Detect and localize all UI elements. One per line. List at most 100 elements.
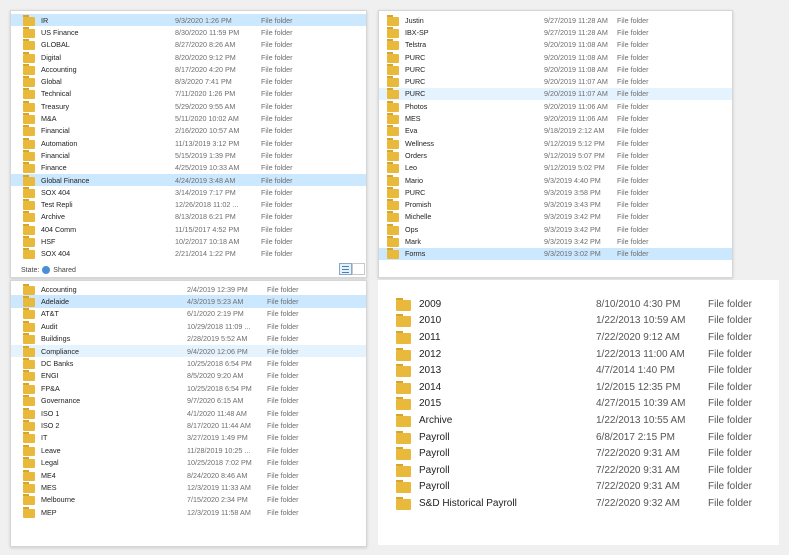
file-name: Eva (405, 126, 418, 136)
file-row[interactable]: Payroll 7/22/2020 9:31 AM File folder (378, 479, 779, 496)
file-row[interactable]: Mark 9/3/2019 3:42 PM File folder (379, 235, 732, 248)
file-name: PURC (405, 187, 426, 197)
file-row[interactable]: US Finance 8/30/2020 11:59 PM File folder (11, 26, 366, 38)
file-type: File folder (617, 52, 649, 62)
file-type: File folder (261, 212, 293, 222)
file-row[interactable]: Leo 9/12/2019 5:02 PM File folder (379, 162, 732, 174)
file-row[interactable]: Treasury 5/29/2020 9:55 AM File folder (11, 100, 366, 112)
file-row[interactable]: 2013 4/7/2014 1:40 PM File folder (378, 362, 779, 379)
file-row[interactable]: Orders 9/12/2019 5:07 PM File folder (379, 149, 732, 161)
file-row[interactable]: AT&T 6/1/2020 2:19 PM File folder (11, 308, 366, 320)
file-row[interactable]: 2014 1/2/2015 12:35 PM File folder (378, 379, 779, 396)
file-row[interactable]: ME4 8/24/2020 8:46 AM File folder (11, 469, 366, 481)
file-row[interactable]: PURC 9/20/2019 11:08 AM File folder (379, 51, 732, 63)
file-row[interactable]: Accounting 8/17/2020 4:20 PM File folder (11, 63, 366, 75)
file-row[interactable]: 404 Comm 11/15/2017 4:52 PM File folder (11, 223, 366, 235)
file-row[interactable]: HSF 10/2/2017 10:18 AM File folder (11, 235, 366, 248)
file-row[interactable]: Global 8/3/2020 7:41 PM File folder (11, 76, 366, 88)
date-modified: 9/7/2020 6:15 AM (187, 396, 244, 406)
file-row[interactable]: Eva 9/18/2019 2:12 AM File folder (379, 125, 732, 137)
folder-icon (387, 149, 399, 161)
file-row[interactable]: Leave 11/28/2019 10:25 ... File folder (11, 444, 366, 456)
details-view-button[interactable] (339, 263, 352, 275)
folder-icon (387, 51, 399, 63)
file-row[interactable]: ISO 2 8/17/2020 11:44 AM File folder (11, 419, 366, 432)
file-type: File folder (267, 297, 299, 307)
file-row[interactable]: Archive 1/22/2013 10:55 AM File folder (378, 412, 779, 429)
file-row[interactable]: Promish 9/3/2019 3:43 PM File folder (379, 199, 732, 211)
file-row[interactable]: Technical 7/11/2020 1:26 PM File folder (11, 88, 366, 100)
file-row[interactable]: M&A 5/11/2020 10:02 AM File folder (11, 112, 366, 125)
file-row[interactable]: Financial 2/16/2020 10:57 AM File folder (11, 125, 366, 137)
file-row[interactable]: Financial 5/15/2019 1:39 PM File folder (11, 149, 366, 161)
file-row[interactable]: Payroll 6/8/2017 2:15 PM File folder (378, 429, 779, 446)
file-row[interactable]: 2009 8/10/2010 4:30 PM File folder (378, 296, 779, 313)
file-row[interactable]: Payroll 7/22/2020 9:31 AM File folder (378, 462, 779, 479)
file-row[interactable]: S&D Historical Payroll 7/22/2020 9:32 AM F… (378, 495, 779, 512)
file-row[interactable]: SOX 404 3/14/2019 7:17 PM File folder (11, 186, 366, 198)
file-row[interactable]: Forms 9/3/2019 3:02 PM File folder (379, 247, 732, 260)
file-row[interactable]: Photos 9/20/2019 11:06 AM File folder (379, 100, 732, 112)
file-row[interactable]: Wellness 9/12/2019 5:12 PM File folder (379, 137, 732, 149)
date-modified: 11/15/2017 4:52 PM (175, 224, 240, 234)
file-row[interactable]: Automation 11/13/2019 3:12 PM File folder (11, 137, 366, 149)
file-row[interactable]: Archive 8/13/2018 6:21 PM File folder (11, 211, 366, 223)
file-row[interactable]: Test Repli 12/26/2018 11:02 ... File folde… (11, 199, 366, 211)
file-row[interactable]: PURC 9/20/2019 11:07 AM File folder (379, 76, 732, 88)
file-row[interactable]: Compliance 9/4/2020 12:06 PM File folder (11, 345, 366, 358)
file-row[interactable]: Audit 10/29/2018 11:09 ... File folder (11, 320, 366, 332)
file-name: Compliance (41, 346, 79, 356)
file-row[interactable]: IBX-SP 9/27/2019 11:28 AM File folder (379, 26, 732, 38)
file-row[interactable]: IT 3/27/2019 1:49 PM File folder (11, 432, 366, 444)
file-row[interactable]: MEP 12/3/2019 11:58 AM File folder (11, 506, 366, 518)
file-name: Accounting (41, 64, 77, 74)
file-row[interactable]: PURC 9/20/2019 11:07 AM File folder (379, 87, 732, 101)
file-row[interactable]: Adelaide 4/3/2019 5:23 AM File folder (11, 295, 366, 308)
file-name-cell: US Finance (23, 26, 173, 38)
file-row[interactable]: Payroll 7/22/2020 9:31 AM File folder (378, 445, 779, 462)
file-name-cell: Global (23, 76, 173, 88)
file-row[interactable]: Global Finance 4/24/2019 3:48 AM File fold… (11, 173, 366, 187)
file-row[interactable]: Legal 10/25/2018 7:02 PM File folder (11, 457, 366, 469)
date-modified: 4/24/2019 3:48 AM (175, 175, 236, 185)
file-row[interactable]: MES 9/20/2019 11:06 AM File folder (379, 112, 732, 125)
date-modified: 9/3/2020 1:26 PM (175, 15, 232, 25)
file-row[interactable]: Finance 4/25/2019 10:33 AM File folder (11, 162, 366, 174)
file-row[interactable]: ISO 1 4/1/2020 11:48 AM File folder (11, 407, 366, 419)
file-name: Ops (405, 224, 419, 234)
file-row[interactable]: GLOBAL 8/27/2020 8:26 AM File folder (11, 39, 366, 51)
file-row[interactable]: FP&A 10/25/2018 6:54 PM File folder (11, 382, 366, 394)
file-name: 2009 (419, 298, 442, 310)
file-row[interactable]: Telstra 9/20/2019 11:08 AM File folder (379, 39, 732, 51)
file-row[interactable]: IR 9/3/2020 1:26 PM File folder (11, 14, 366, 27)
file-row[interactable]: PURC 9/3/2019 3:58 PM File folder (379, 186, 732, 198)
file-type: File folder (267, 371, 299, 381)
file-row[interactable]: Governance 9/7/2020 6:15 AM File folder (11, 395, 366, 407)
file-row[interactable]: DC Banks 10/25/2018 6:54 PM File folder (11, 357, 366, 370)
file-row[interactable]: 2011 7/22/2020 9:12 AM File folder (378, 329, 779, 346)
file-row[interactable]: Ops 9/3/2019 3:42 PM File folder (379, 223, 732, 235)
file-row[interactable]: 2010 1/22/2013 10:59 AM File folder (378, 313, 779, 330)
date-modified: 7/22/2020 9:32 AM (596, 497, 680, 509)
file-name-cell: PURC (387, 186, 537, 198)
date-modified: 2/16/2020 10:57 AM (175, 126, 240, 136)
file-row[interactable]: Mario 9/3/2019 4:40 PM File folder (379, 174, 732, 186)
folder-icon (23, 63, 35, 75)
folder-icon (23, 457, 35, 469)
file-row[interactable]: PURC 9/20/2019 11:08 AM File folder (379, 63, 732, 75)
file-row[interactable]: Digital 8/20/2020 9:12 PM File folder (11, 51, 366, 63)
file-row[interactable]: SOX 404 2/21/2014 1:22 PM File folder (11, 248, 366, 260)
file-row[interactable]: 2012 1/22/2013 11:00 AM File folder (378, 346, 779, 363)
file-row[interactable]: Justin 9/27/2019 11:28 AM File folder (379, 14, 732, 26)
file-type: File folder (617, 138, 649, 148)
file-row[interactable]: Michelle 9/3/2019 3:42 PM File folder (379, 211, 732, 223)
file-name: 2012 (419, 348, 442, 360)
large-icons-view-button[interactable] (352, 263, 365, 275)
file-row[interactable]: 2015 4/27/2015 10:39 AM File folder (378, 396, 779, 413)
file-row[interactable]: Buildings 2/28/2019 5:52 AM File folder (11, 333, 366, 345)
file-row[interactable]: Accounting 2/4/2019 12:39 PM File folder (11, 283, 366, 295)
file-row[interactable]: Melbourne 7/15/2020 2:34 PM File folder (11, 494, 366, 506)
file-row[interactable]: MES 12/3/2019 11:33 AM File folder (11, 481, 366, 494)
file-name-cell: Telstra (387, 39, 537, 51)
file-row[interactable]: ENGI 8/5/2020 9:20 AM File folder (11, 370, 366, 382)
